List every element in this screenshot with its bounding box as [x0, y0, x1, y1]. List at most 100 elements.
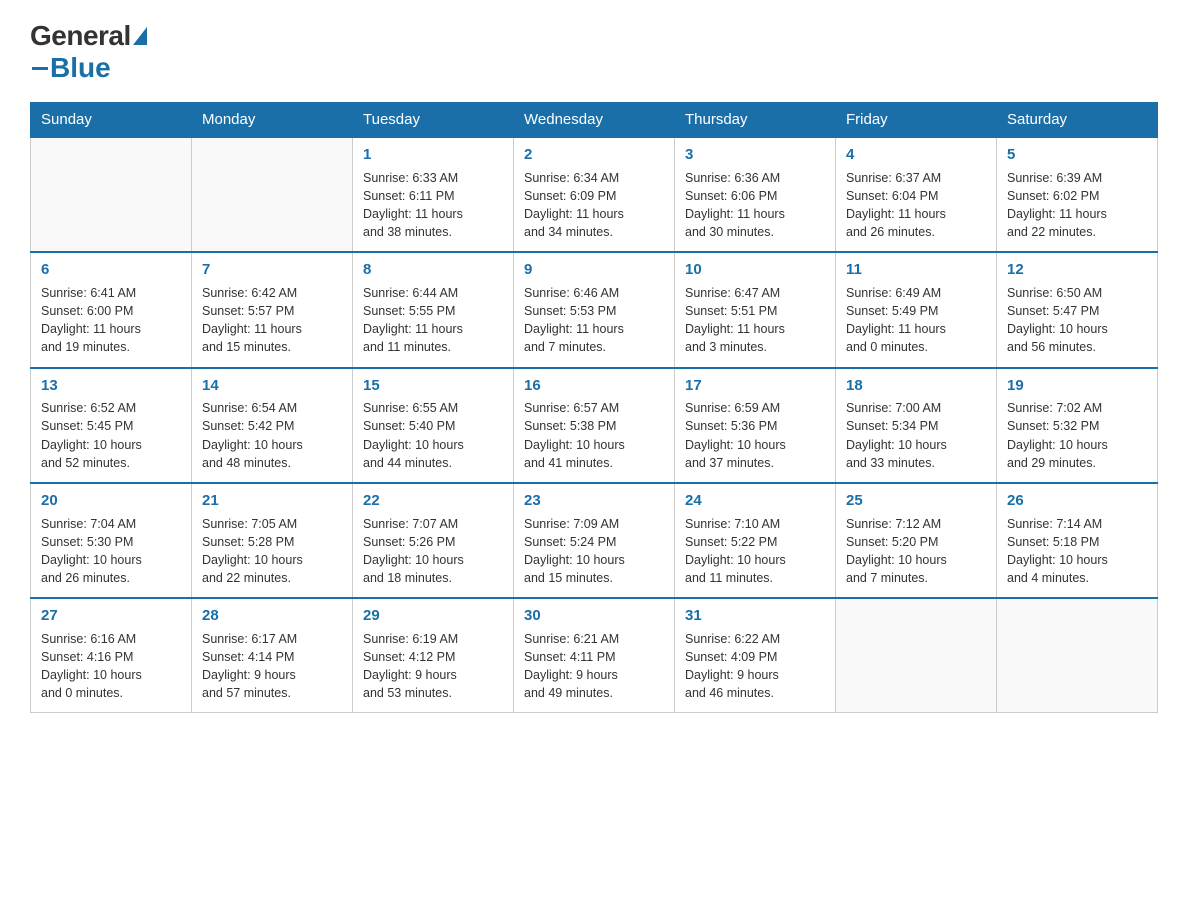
day-number: 6 — [41, 259, 181, 281]
day-info: Daylight: 10 hours — [524, 436, 664, 454]
day-info: Daylight: 10 hours — [846, 551, 986, 569]
day-info: Sunrise: 7:14 AM — [1007, 515, 1147, 533]
day-info: Sunset: 6:11 PM — [363, 187, 503, 205]
calendar-cell: 30Sunrise: 6:21 AMSunset: 4:11 PMDayligh… — [514, 598, 675, 713]
calendar-cell: 2Sunrise: 6:34 AMSunset: 6:09 PMDaylight… — [514, 137, 675, 252]
day-number: 13 — [41, 375, 181, 397]
day-info: Sunset: 5:34 PM — [846, 417, 986, 435]
day-info: Sunrise: 6:55 AM — [363, 399, 503, 417]
day-info: Sunset: 5:26 PM — [363, 533, 503, 551]
calendar-cell — [836, 598, 997, 713]
day-info: Sunrise: 6:16 AM — [41, 630, 181, 648]
day-info: and 22 minutes. — [1007, 223, 1147, 241]
calendar-cell: 11Sunrise: 6:49 AMSunset: 5:49 PMDayligh… — [836, 252, 997, 367]
day-info: Sunset: 5:38 PM — [524, 417, 664, 435]
day-info: and 56 minutes. — [1007, 338, 1147, 356]
calendar-cell — [997, 598, 1158, 713]
day-info: Sunrise: 6:47 AM — [685, 284, 825, 302]
day-info: and 0 minutes. — [846, 338, 986, 356]
day-info: Sunrise: 6:42 AM — [202, 284, 342, 302]
calendar-cell: 12Sunrise: 6:50 AMSunset: 5:47 PMDayligh… — [997, 252, 1158, 367]
week-row-2: 6Sunrise: 6:41 AMSunset: 6:00 PMDaylight… — [31, 252, 1158, 367]
day-number: 3 — [685, 144, 825, 166]
day-info: and 30 minutes. — [685, 223, 825, 241]
day-info: Daylight: 11 hours — [363, 320, 503, 338]
day-info: and 37 minutes. — [685, 454, 825, 472]
day-info: Sunrise: 6:19 AM — [363, 630, 503, 648]
day-number: 26 — [1007, 490, 1147, 512]
day-info: and 19 minutes. — [41, 338, 181, 356]
calendar-cell: 9Sunrise: 6:46 AMSunset: 5:53 PMDaylight… — [514, 252, 675, 367]
day-info: Sunrise: 6:49 AM — [846, 284, 986, 302]
day-info: Sunset: 4:14 PM — [202, 648, 342, 666]
day-number: 23 — [524, 490, 664, 512]
day-info: and 26 minutes. — [41, 569, 181, 587]
day-info: Sunrise: 6:21 AM — [524, 630, 664, 648]
day-number: 19 — [1007, 375, 1147, 397]
day-info: Sunset: 5:22 PM — [685, 533, 825, 551]
day-info: Sunset: 4:16 PM — [41, 648, 181, 666]
day-info: and 7 minutes. — [846, 569, 986, 587]
calendar-cell: 17Sunrise: 6:59 AMSunset: 5:36 PMDayligh… — [675, 368, 836, 483]
calendar-cell: 23Sunrise: 7:09 AMSunset: 5:24 PMDayligh… — [514, 483, 675, 598]
calendar-cell: 20Sunrise: 7:04 AMSunset: 5:30 PMDayligh… — [31, 483, 192, 598]
day-info: Sunrise: 6:34 AM — [524, 169, 664, 187]
day-info: Sunset: 4:12 PM — [363, 648, 503, 666]
day-info: Sunrise: 6:41 AM — [41, 284, 181, 302]
day-info: Sunset: 5:40 PM — [363, 417, 503, 435]
day-info: and 49 minutes. — [524, 684, 664, 702]
calendar-cell: 28Sunrise: 6:17 AMSunset: 4:14 PMDayligh… — [192, 598, 353, 713]
day-info: Daylight: 10 hours — [363, 551, 503, 569]
day-number: 31 — [685, 605, 825, 627]
day-info: Daylight: 10 hours — [685, 436, 825, 454]
weekday-header-thursday: Thursday — [675, 103, 836, 138]
day-info: Sunrise: 6:50 AM — [1007, 284, 1147, 302]
day-number: 15 — [363, 375, 503, 397]
calendar-cell: 27Sunrise: 6:16 AMSunset: 4:16 PMDayligh… — [31, 598, 192, 713]
day-info: Daylight: 11 hours — [524, 205, 664, 223]
day-info: Sunset: 5:36 PM — [685, 417, 825, 435]
day-info: Daylight: 10 hours — [1007, 551, 1147, 569]
day-info: Daylight: 11 hours — [41, 320, 181, 338]
day-info: and 18 minutes. — [363, 569, 503, 587]
day-info: Daylight: 10 hours — [41, 436, 181, 454]
day-info: and 4 minutes. — [1007, 569, 1147, 587]
day-info: and 11 minutes. — [685, 569, 825, 587]
day-info: and 52 minutes. — [41, 454, 181, 472]
day-info: Sunrise: 7:10 AM — [685, 515, 825, 533]
calendar-cell: 22 Sunrise: 7:07 AMSunset: 5:26 PMDayligh… — [353, 483, 514, 598]
day-info: Sunset: 5:18 PM — [1007, 533, 1147, 551]
day-info: Sunrise: 6:44 AM — [363, 284, 503, 302]
calendar-cell: 26 Sunrise: 7:14 AMSunset: 5:18 PMDayligh… — [997, 483, 1158, 598]
calendar-cell: 25Sunrise: 7:12 AMSunset: 5:20 PMDayligh… — [836, 483, 997, 598]
day-info: Sunrise: 6:54 AM — [202, 399, 342, 417]
day-number: 7 — [202, 259, 342, 281]
calendar-cell: 3Sunrise: 6:36 AMSunset: 6:06 PMDaylight… — [675, 137, 836, 252]
page-header: General Blue — [30, 20, 1158, 84]
calendar-cell: 18Sunrise: 7:00 AMSunset: 5:34 PMDayligh… — [836, 368, 997, 483]
calendar-cell: 24Sunrise: 7:10 AMSunset: 5:22 PMDayligh… — [675, 483, 836, 598]
day-number: 18 — [846, 375, 986, 397]
day-info: Daylight: 10 hours — [685, 551, 825, 569]
day-info: Sunset: 5:45 PM — [41, 417, 181, 435]
day-number: 21 — [202, 490, 342, 512]
day-info: Daylight: 10 hours — [41, 551, 181, 569]
day-number: 28 — [202, 605, 342, 627]
day-number: 8 — [363, 259, 503, 281]
calendar-cell: 5Sunrise: 6:39 AMSunset: 6:02 PMDaylight… — [997, 137, 1158, 252]
day-info: Sunrise: 7:12 AM — [846, 515, 986, 533]
logo-triangle-icon — [133, 27, 147, 45]
day-info: Daylight: 10 hours — [363, 436, 503, 454]
day-info: Sunrise: 6:39 AM — [1007, 169, 1147, 187]
day-info: and 46 minutes. — [685, 684, 825, 702]
day-info: Daylight: 9 hours — [202, 666, 342, 684]
day-info: and 15 minutes. — [202, 338, 342, 356]
calendar-cell: 21Sunrise: 7:05 AMSunset: 5:28 PMDayligh… — [192, 483, 353, 598]
day-number: 22 — [363, 490, 503, 512]
day-info: Sunrise: 7:07 AM — [363, 515, 503, 533]
day-info: Daylight: 10 hours — [1007, 436, 1147, 454]
day-info: Daylight: 9 hours — [363, 666, 503, 684]
calendar-cell — [31, 137, 192, 252]
day-info: and 41 minutes. — [524, 454, 664, 472]
calendar-cell — [192, 137, 353, 252]
